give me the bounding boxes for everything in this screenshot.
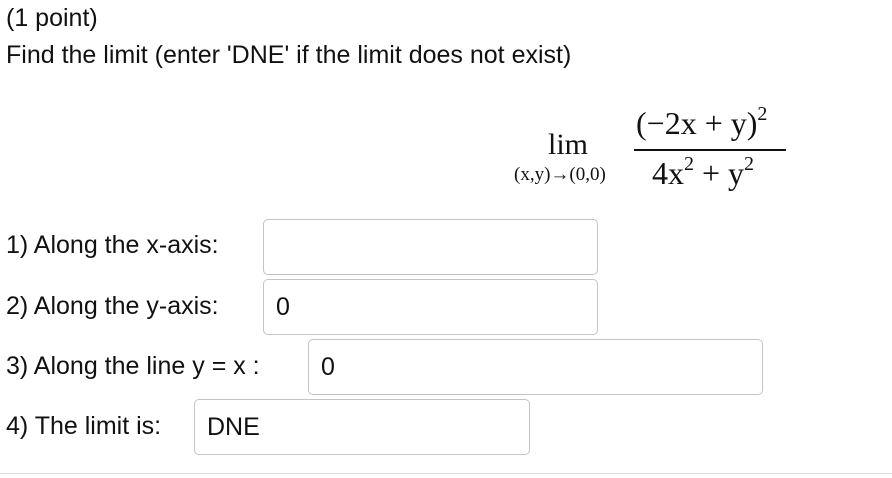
fraction-bar — [634, 149, 786, 151]
denominator-term-b: + y — [694, 155, 745, 191]
fraction-denominator: 4x2 + y2 — [652, 154, 754, 192]
numerator-exponent: 2 — [757, 103, 768, 125]
bottom-divider — [0, 473, 892, 474]
fraction-numerator: (−2x + y)2 — [636, 104, 767, 142]
numerator-base: (−2x + y) — [636, 105, 758, 141]
lim-operator: lim — [548, 128, 589, 161]
question-2-label: 2) Along the y-axis: — [6, 292, 219, 320]
denominator-term-a-exponent: 2 — [684, 153, 694, 175]
lim-subscript: (x,y)→(0,0) — [514, 164, 606, 185]
limit-expression: lim (x,y)→(0,0) (−2x + y)2 4x2 + y2 — [0, 0, 892, 210]
answer-4-input[interactable] — [194, 399, 530, 455]
denominator-term-b-exponent: 2 — [744, 153, 755, 175]
answer-2-input[interactable] — [263, 279, 598, 335]
answer-3-input[interactable] — [308, 339, 763, 395]
question-1-label: 1) Along the x-axis: — [6, 231, 219, 259]
question-4-label: 4) The limit is: — [6, 412, 162, 440]
answer-1-input[interactable] — [263, 219, 598, 275]
denominator-term-a: 4x — [652, 155, 684, 191]
question-3-label: 3) Along the line y = x : — [6, 352, 260, 380]
